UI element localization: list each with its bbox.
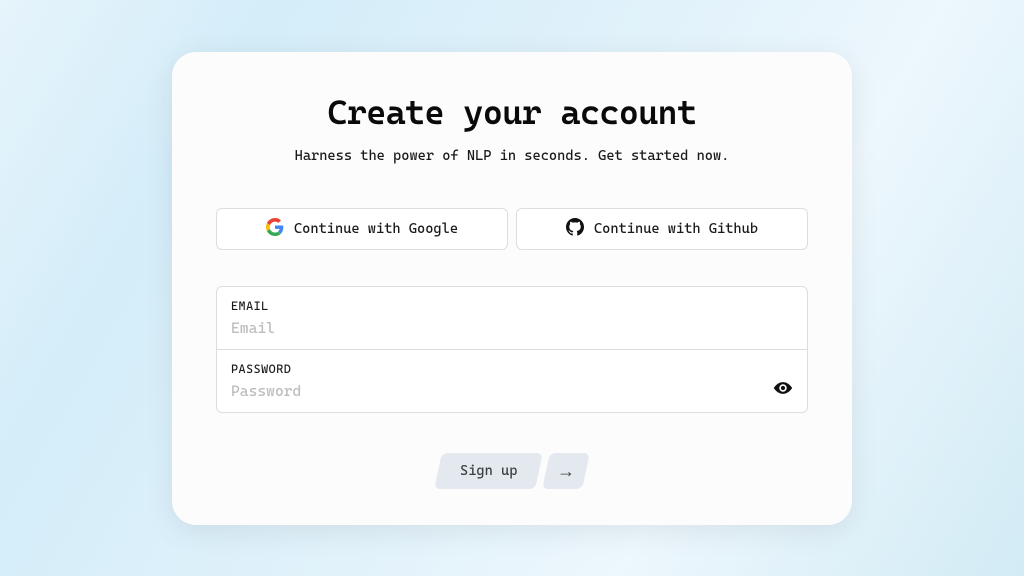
email-field-group: EMAIL — [217, 287, 807, 349]
submit-row: Sign up → — [216, 453, 808, 489]
signup-button-label: Sign up — [460, 463, 517, 479]
github-icon — [566, 218, 584, 240]
password-field-group: PASSWORD — [217, 349, 807, 412]
continue-google-label: Continue with Google — [294, 221, 458, 237]
oauth-row: Continue with Google Continue with Githu… — [216, 208, 808, 250]
email-label: EMAIL — [231, 299, 793, 313]
google-icon — [266, 218, 284, 240]
continue-github-button[interactable]: Continue with Github — [516, 208, 808, 250]
page-title: Create your account — [216, 92, 808, 132]
continue-github-label: Continue with Github — [594, 221, 758, 237]
password-field[interactable] — [231, 382, 793, 400]
arrow-right-icon: → — [557, 462, 575, 480]
page-subtitle: Harness the power of NLP in seconds. Get… — [216, 148, 808, 164]
signup-button[interactable]: Sign up — [434, 453, 543, 489]
password-label: PASSWORD — [231, 362, 793, 376]
continue-google-button[interactable]: Continue with Google — [216, 208, 508, 250]
credential-form: EMAIL PASSWORD — [216, 286, 808, 413]
signup-arrow-button[interactable]: → — [542, 453, 590, 489]
toggle-password-visibility-icon[interactable] — [773, 378, 793, 398]
email-field[interactable] — [231, 319, 793, 337]
signup-card: Create your account Harness the power of… — [172, 52, 852, 525]
